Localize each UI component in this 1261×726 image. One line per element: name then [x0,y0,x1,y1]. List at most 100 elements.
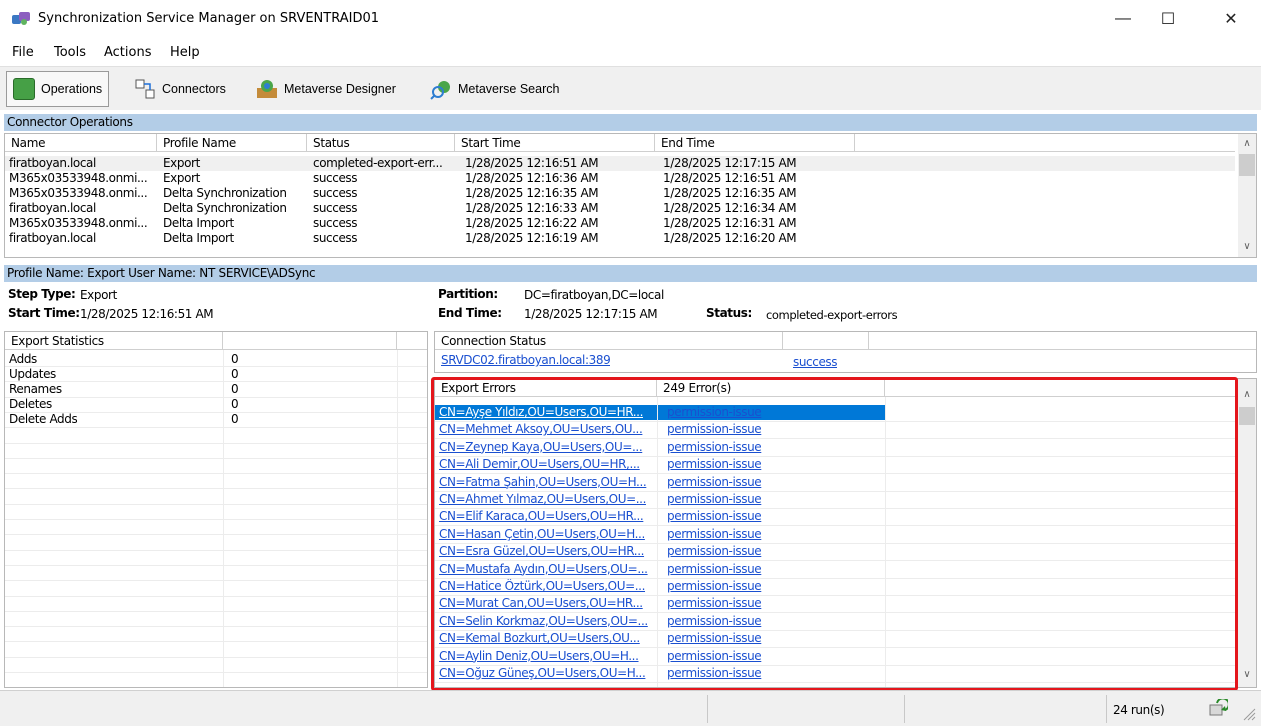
table-row[interactable]: M365x03533948.onmi... Delta Import succe… [5,216,1235,231]
error-type-link[interactable]: permission-issue [667,666,867,681]
error-type-link[interactable]: permission-issue [667,475,867,490]
connection-status-header[interactable]: Connection Status [435,332,783,350]
table-row[interactable]: CN=Fatma Şahin,OU=Users,OU=H... permissio… [435,475,1239,492]
error-type-link[interactable]: permission-issue [667,544,867,559]
menu-tools[interactable]: Tools [54,45,86,60]
operations-button[interactable]: Operations [6,71,110,107]
scroll-up-arrow-icon[interactable]: ∧ [1238,387,1256,403]
table-row[interactable]: CN=Hasan Çetin,OU=Users,OU=H... permissio… [435,527,1239,544]
table-row[interactable]: firatboyan.local Delta Synchronization s… [5,201,1235,216]
table-row[interactable]: CN=Mehmet Aksoy,OU=Users,OU... permission… [435,422,1239,440]
error-object-dn-link[interactable]: CN=Selin Korkmaz,OU=Users,OU=... [439,614,657,629]
list-item[interactable]: Updates 0 [5,367,425,382]
error-type-link[interactable]: permission-issue [667,422,867,437]
column-profile-name[interactable]: Profile Name [157,134,307,152]
table-row[interactable]: CN=Hatice Öztürk,OU=Users,OU=... permissi… [435,579,1239,596]
error-type-link[interactable]: permission-issue [667,649,867,664]
table-row[interactable]: CN=Oğuz Güneş,OU=Users,OU=H... permission… [435,666,1239,683]
connection-filler-column [869,332,1256,350]
error-object-dn-link[interactable]: CN=Hasan Çetin,OU=Users,OU=H... [439,527,657,542]
error-type-link[interactable]: permission-issue [667,440,867,455]
error-type-link[interactable]: permission-issue [667,509,867,524]
table-row[interactable]: CN=Ali Demir,OU=Users,OU=HR,... permissio… [435,457,1239,475]
table-row[interactable]: CN=Zeynep Kaya,OU=Users,OU=... permission… [435,440,1239,457]
table-row[interactable]: firatboyan.local Delta Import success 1/… [5,231,1235,246]
error-object-dn-link[interactable]: CN=Kemal Bozkurt,OU=Users,OU... [439,631,657,646]
error-object-dn-link[interactable]: CN=Hatice Öztürk,OU=Users,OU=... [439,579,657,594]
table-row[interactable]: CN=Esra Güzel,OU=Users,OU=HR... permissio… [435,544,1239,562]
row-end-time: 1/28/2025 12:17:15 AM [663,156,797,170]
menu-actions[interactable]: Actions [104,45,152,60]
resize-grip-icon[interactable] [1240,705,1256,721]
metaverse-designer-button[interactable]: Metaverse Designer [250,71,402,107]
scroll-thumb[interactable] [1239,407,1255,425]
list-item[interactable]: Delete Adds 0 [5,412,425,427]
error-object-dn-link[interactable]: CN=Mustafa Aydın,OU=Users,OU=... [439,562,657,577]
list-item[interactable]: Deletes 0 [5,397,425,412]
error-object-dn-link[interactable]: CN=Ali Demir,OU=Users,OU=HR,... [439,457,657,472]
close-button[interactable]: ✕ [1208,0,1254,38]
error-object-dn-link[interactable]: CN=Fatma Şahin,OU=Users,OU=H... [439,475,657,490]
scroll-up-arrow-icon[interactable]: ∧ [1238,136,1256,152]
connection-result-link[interactable]: success [793,355,837,370]
error-type-link[interactable]: permission-issue [667,562,867,577]
metaverse-search-button[interactable]: Metaverse Search [424,71,565,107]
table-row[interactable]: CN=Ahmet Yılmaz,OU=Users,OU=... permissio… [435,492,1239,509]
connectors-button[interactable]: Connectors [128,71,232,107]
menu-file[interactable]: File [12,45,34,60]
scroll-down-arrow-icon[interactable]: ∨ [1238,239,1256,255]
stat-value-column[interactable] [223,332,397,350]
error-type-link[interactable]: permission-issue [667,614,867,629]
scroll-down-arrow-icon[interactable]: ∨ [1238,667,1256,683]
error-object-dn-link[interactable]: CN=Zeynep Kaya,OU=Users,OU=... [439,440,657,455]
column-name[interactable]: Name [5,134,157,152]
refresh-icon[interactable] [1208,699,1228,719]
error-type-link[interactable]: permission-issue [667,527,867,542]
connection-result-column[interactable] [783,332,869,350]
connection-server-link[interactable]: SRVDC02.firatboyan.local:389 [441,353,610,368]
stat-name: Renames [9,382,62,396]
column-end-time[interactable]: End Time [655,134,855,152]
export-errors-count[interactable]: 249 Error(s) [657,379,885,397]
maximize-button[interactable]: ☐ [1145,0,1191,38]
error-object-dn-link[interactable]: CN=Ahmet Yılmaz,OU=Users,OU=... [439,492,657,507]
export-errors-header[interactable]: Export Errors [435,379,657,397]
error-object-dn-link[interactable]: CN=Ayşe Yıldız,OU=Users,OU=HR... [439,405,657,420]
export-statistics-header[interactable]: Export Statistics [5,332,223,350]
error-object-dn-link[interactable]: CN=Esra Güzel,OU=Users,OU=HR... [439,544,657,559]
error-type-link[interactable]: permission-issue [667,492,867,507]
scroll-thumb[interactable] [1239,154,1255,176]
operations-scrollbar[interactable]: ∧ ∨ [1238,134,1256,257]
table-row[interactable]: CN=Selin Korkmaz,OU=Users,OU=... permissi… [435,614,1239,631]
error-object-dn-link[interactable]: CN=Murat Can,OU=Users,OU=HR... [439,596,657,611]
row-start-time: 1/28/2025 12:16:51 AM [465,156,599,170]
error-type-link[interactable]: permission-issue [667,405,867,420]
minimize-button[interactable]: — [1100,0,1146,38]
list-item[interactable]: Adds 0 [5,352,425,367]
table-row[interactable]: CN=Aylin Deniz,OU=Users,OU=H... permissio… [435,649,1239,666]
row-profile: Export [163,171,200,185]
error-object-dn-link[interactable]: CN=Aylin Deniz,OU=Users,OU=H... [439,649,657,664]
table-row[interactable]: M365x03533948.onmi... Export success 1/2… [5,171,1235,186]
error-type-link[interactable]: permission-issue [667,457,867,472]
table-row[interactable]: CN=Ayşe Yıldız,OU=Users,OU=HR... permissi… [435,405,1239,422]
column-start-time[interactable]: Start Time [455,134,655,152]
errors-scrollbar[interactable]: ∧ ∨ [1238,379,1256,687]
table-row[interactable]: CN=Elif Karaca,OU=Users,OU=HR... permissi… [435,509,1239,527]
error-type-link[interactable]: permission-issue [667,579,867,594]
table-row[interactable]: CN=Kemal Bozkurt,OU=Users,OU... permissio… [435,631,1239,649]
table-row[interactable]: CN=Mustafa Aydın,OU=Users,OU=... permissi… [435,562,1239,579]
table-row[interactable]: CN=Murat Can,OU=Users,OU=HR... permission… [435,596,1239,614]
column-status[interactable]: Status [307,134,455,152]
table-row[interactable]: M365x03533948.onmi... Delta Synchronizat… [5,186,1235,201]
error-type-link[interactable]: permission-issue [667,596,867,611]
error-object-dn-link[interactable]: CN=Mehmet Aksoy,OU=Users,OU... [439,422,657,437]
error-object-dn-link[interactable]: CN=Oğuz Güneş,OU=Users,OU=H... [439,666,657,681]
table-row[interactable]: firatboyan.local Export completed-export… [5,156,1235,171]
error-object-dn-link[interactable]: CN=Elif Karaca,OU=Users,OU=HR... [439,509,657,524]
menu-help[interactable]: Help [170,45,200,60]
error-type-link[interactable]: permission-issue [667,631,867,646]
stat-name: Adds [9,352,37,366]
list-item[interactable]: Renames 0 [5,382,425,397]
step-type-label: Step Type: [8,287,76,301]
